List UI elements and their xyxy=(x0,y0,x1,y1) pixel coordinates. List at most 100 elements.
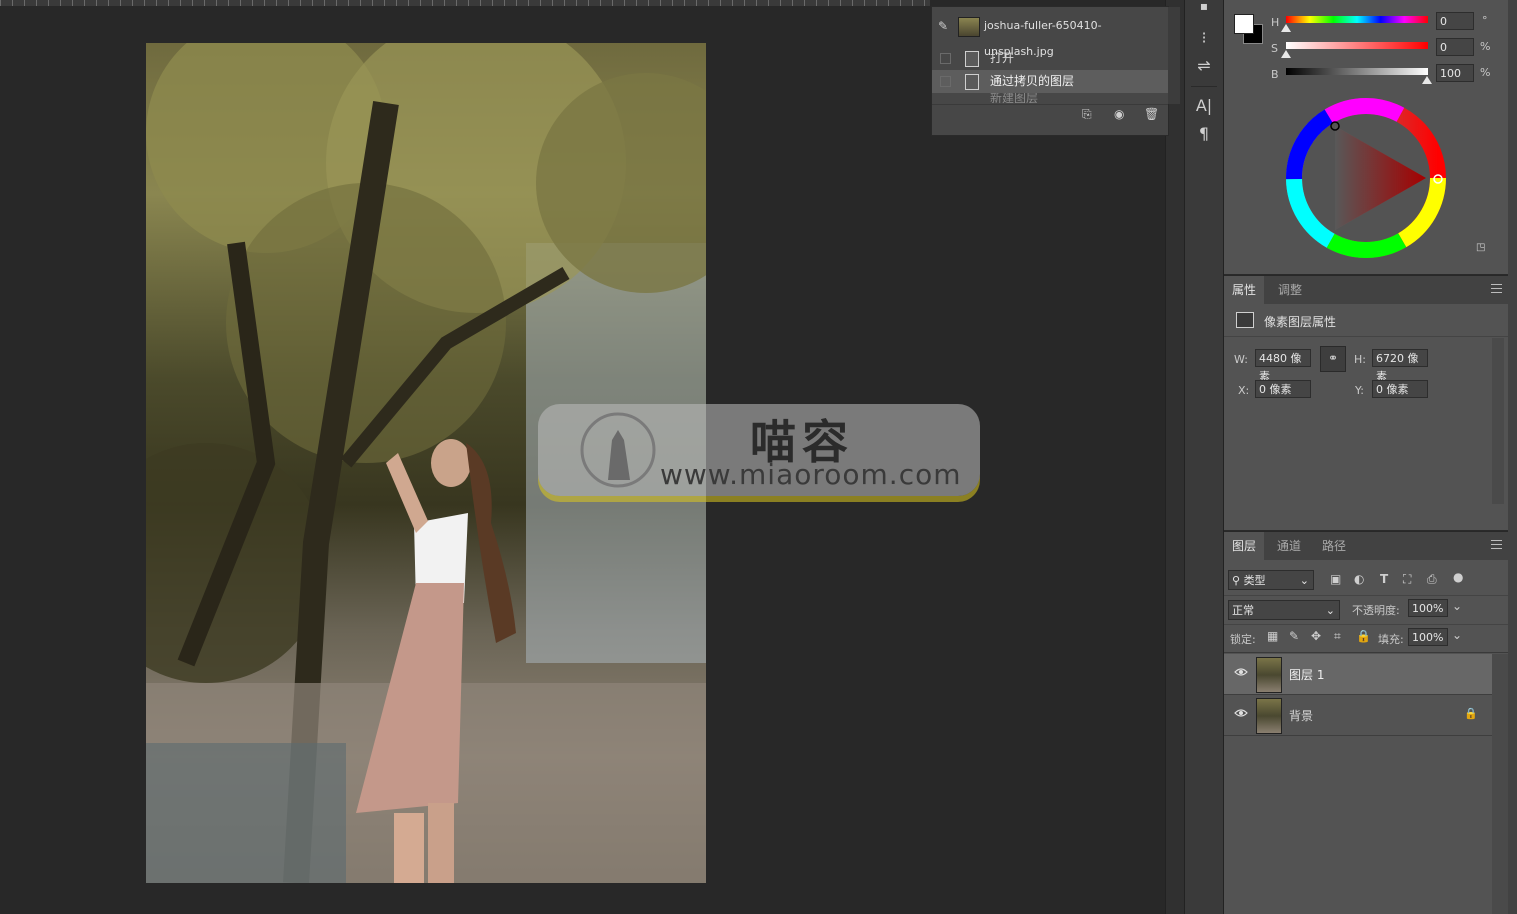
adjustments-icon[interactable]: ⇌ xyxy=(1194,56,1214,76)
y-input[interactable]: 0 像素 xyxy=(1372,380,1428,398)
hue-slider[interactable] xyxy=(1286,16,1428,23)
link-dimensions-icon[interactable]: ⚭ xyxy=(1320,346,1346,372)
snapshot-thumbnail xyxy=(958,17,980,37)
chevron-down-icon: ⌄ xyxy=(1299,574,1309,587)
filter-toggle-icon[interactable]: ● xyxy=(1453,570,1463,584)
history-checkbox[interactable] xyxy=(940,53,951,64)
document-icon xyxy=(965,51,979,67)
properties-title: 像素图层属性 xyxy=(1264,315,1337,329)
trash-icon[interactable]: 🗑 xyxy=(1144,107,1159,121)
document-icon xyxy=(965,74,979,90)
visibility-eye-icon[interactable] xyxy=(1234,667,1248,677)
brightness-unit: % xyxy=(1480,66,1491,79)
history-item-label: 新建图层 xyxy=(990,93,1039,103)
filter-pixel-icon[interactable]: ▣ xyxy=(1330,572,1341,586)
panel-menu-icon[interactable] xyxy=(1491,284,1502,293)
cat-logo-icon xyxy=(580,412,656,488)
panel-menu-icon[interactable] xyxy=(1491,540,1502,549)
width-label: W: xyxy=(1234,353,1248,366)
history-item[interactable]: 新建图层 xyxy=(932,93,1168,103)
properties-panel: 属性 调整 像素图层属性 W: 4480 像素 ⚭ H: 6720 像素 X: … xyxy=(1224,276,1508,531)
saturation-label: S xyxy=(1271,42,1278,55)
opacity-dropdown-icon[interactable]: ⌄ xyxy=(1452,599,1462,613)
saturation-slider[interactable] xyxy=(1286,42,1428,49)
layer-thumbnail xyxy=(1256,657,1282,693)
hue-slider-knob[interactable] xyxy=(1281,24,1291,32)
layers-tabbar: 图层 通道 路径 xyxy=(1224,532,1508,560)
paragraph-icon[interactable]: ¶ xyxy=(1194,124,1214,144)
filter-smart-object-icon[interactable]: ⎙ xyxy=(1427,572,1437,587)
height-input[interactable]: 6720 像素 xyxy=(1372,349,1428,383)
saturation-input[interactable]: 0 xyxy=(1436,38,1474,56)
history-item-selected[interactable]: 通过拷贝的图层 xyxy=(932,70,1168,93)
layers-panel: 图层 通道 路径 ⚲ 类型 ⌄ ▣ ◐ T ⛶ ⎙ ● 正常 ⌄ 不透明度: 1… xyxy=(1224,532,1508,914)
camera-icon[interactable]: ◉ xyxy=(1114,107,1124,121)
height-label: H: xyxy=(1354,353,1366,366)
lock-transparency-icon[interactable]: ▦ xyxy=(1267,629,1278,643)
history-scrollbar[interactable] xyxy=(1168,7,1180,104)
hue-input[interactable]: 0 xyxy=(1436,12,1474,30)
tab-paths[interactable]: 路径 xyxy=(1314,532,1354,560)
layer-filter-select[interactable]: ⚲ 类型 ⌄ xyxy=(1228,570,1314,590)
brightness-slider-knob[interactable] xyxy=(1422,76,1432,84)
color-wheel[interactable] xyxy=(1284,96,1448,260)
tab-layers[interactable]: 图层 xyxy=(1224,532,1265,560)
watermark-url: www.miaoroom.com xyxy=(660,458,962,491)
properties-scrollbar[interactable] xyxy=(1492,338,1504,504)
color-wheel-options-icon[interactable]: ◳ xyxy=(1476,242,1485,253)
pixel-layer-icon xyxy=(1236,312,1254,328)
color-panel: H 0 ° S 0 % B 100 % ◳ xyxy=(1224,0,1508,275)
lock-artboard-icon[interactable]: ⌗ xyxy=(1334,629,1341,644)
tab-channels[interactable]: 通道 xyxy=(1269,532,1309,560)
hue-unit: ° xyxy=(1482,14,1488,27)
layer-row-selected[interactable]: 图层 1 xyxy=(1224,654,1492,695)
foreground-color-swatch[interactable] xyxy=(1234,14,1254,34)
tab-properties[interactable]: 属性 xyxy=(1224,276,1265,304)
fill-dropdown-icon[interactable]: ⌄ xyxy=(1452,628,1462,642)
layer-name[interactable]: 背景 xyxy=(1289,707,1313,724)
properties-header: 像素图层属性 xyxy=(1224,304,1508,337)
panel-tool-strip: ▪ ⁝ ⇌ A| ¶ xyxy=(1184,0,1224,914)
fill-input[interactable]: 100% xyxy=(1408,628,1448,646)
history-item[interactable]: 打开 xyxy=(932,47,1168,70)
history-panel: ✎ joshua-fuller-650410-unsplash.jpg 打开 通… xyxy=(931,6,1180,136)
x-label: X: xyxy=(1238,384,1250,397)
history-item-label: 打开 xyxy=(990,51,1015,65)
width-input[interactable]: 4480 像素 xyxy=(1255,349,1311,383)
lock-icon: 🔒 xyxy=(1464,707,1478,720)
history-brush-icon: ✎ xyxy=(938,19,949,33)
visibility-eye-icon[interactable] xyxy=(1234,708,1248,718)
fill-label: 填充: xyxy=(1378,633,1404,646)
chevron-down-icon: ⌄ xyxy=(1325,604,1335,617)
y-label: Y: xyxy=(1355,384,1364,397)
new-document-from-state-icon[interactable]: ⎘ xyxy=(1082,107,1092,122)
lock-position-icon[interactable]: ✥ xyxy=(1311,629,1321,643)
lock-all-icon[interactable]: 🔒 xyxy=(1356,629,1371,643)
panel-dock-scrollbar[interactable] xyxy=(1508,0,1517,914)
filter-shape-icon[interactable]: ⛶ xyxy=(1403,572,1411,587)
filter-adjustment-icon[interactable]: ◐ xyxy=(1354,572,1364,586)
properties-tabbar: 属性 调整 xyxy=(1224,276,1508,304)
character-icon[interactable]: A| xyxy=(1194,96,1214,116)
layer-name[interactable]: 图层 1 xyxy=(1289,666,1324,683)
layer-row[interactable]: 背景 🔒 xyxy=(1224,695,1492,736)
opacity-input[interactable]: 100% xyxy=(1408,599,1448,617)
panel-toggle-icon[interactable]: ▪ xyxy=(1194,0,1214,16)
layer-filter-value: 类型 xyxy=(1243,574,1266,587)
saturation-slider-knob[interactable] xyxy=(1281,50,1291,58)
layers-scrollbar[interactable] xyxy=(1492,654,1508,914)
x-input[interactable]: 0 像素 xyxy=(1255,380,1311,398)
history-item-label: 通过拷贝的图层 xyxy=(990,74,1075,88)
brightness-slider[interactable] xyxy=(1286,68,1428,75)
history-snapshot[interactable]: ✎ joshua-fuller-650410-unsplash.jpg xyxy=(932,13,1168,58)
lock-image-pixels-icon[interactable]: ✎ xyxy=(1289,629,1299,643)
lock-label: 锁定: xyxy=(1230,633,1256,646)
brush-settings-icon[interactable]: ⁝ xyxy=(1194,28,1214,48)
filter-type-icon[interactable]: T xyxy=(1380,572,1388,586)
brightness-input[interactable]: 100 xyxy=(1436,64,1474,82)
history-checkbox[interactable] xyxy=(940,76,951,87)
canvas-vertical-scrollbar[interactable] xyxy=(1165,0,1184,914)
blend-mode-value: 正常 xyxy=(1232,604,1254,617)
tab-adjustments[interactable]: 调整 xyxy=(1270,276,1310,304)
blend-mode-select[interactable]: 正常 ⌄ xyxy=(1228,600,1340,620)
